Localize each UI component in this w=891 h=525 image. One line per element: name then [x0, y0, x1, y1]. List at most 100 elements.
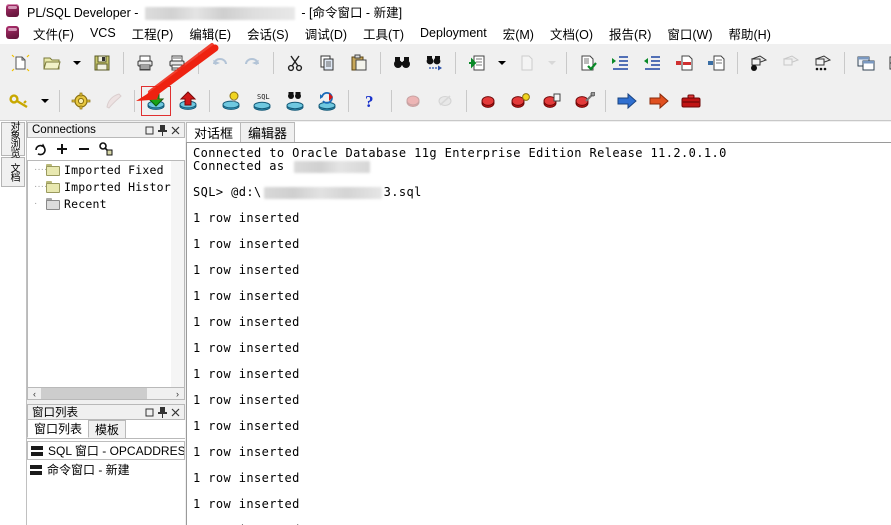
menu-document[interactable]: 文档(O): [542, 22, 601, 45]
console-connected-as-prefix: Connected as: [193, 159, 293, 173]
menu-file[interactable]: 文件(F): [25, 22, 82, 45]
sql-icon[interactable]: SQL: [248, 86, 278, 116]
indent-icon[interactable]: [605, 48, 635, 78]
menu-macro[interactable]: 宏(M): [495, 22, 542, 45]
menu-window[interactable]: 窗口(W): [659, 22, 720, 45]
tree-node-recent[interactable]: · Recent: [28, 195, 184, 212]
cut-icon[interactable]: [280, 48, 310, 78]
connections-tree[interactable]: ···· Imported Fixed Users ···· Imported …: [27, 160, 185, 388]
tree-expander[interactable]: ····: [34, 181, 47, 192]
menu-report[interactable]: 报告(R): [601, 22, 659, 45]
menu-project[interactable]: 工程(P): [124, 22, 182, 45]
object-tool-icon[interactable]: [569, 86, 599, 116]
refresh-session-icon[interactable]: [312, 86, 342, 116]
login-dropdown-arrow-icon[interactable]: [37, 86, 53, 116]
tab-templates[interactable]: 模板: [88, 420, 127, 438]
connections-panel: Connections ···· Imported Fixed ···· Imp…: [27, 122, 185, 400]
menu-debug[interactable]: 调试(D): [297, 22, 355, 45]
session-icon[interactable]: [66, 86, 96, 116]
console-result-line: 1 row inserted: [193, 341, 300, 355]
find-next-icon[interactable]: [419, 48, 449, 78]
menu-tools[interactable]: 工具(T): [355, 22, 412, 45]
tree-node-imported-history[interactable]: ···· Imported History: [28, 178, 184, 195]
vtab-documents[interactable]: 文档: [1, 157, 25, 187]
red-arrow-right-icon[interactable]: [644, 86, 674, 116]
console-result-lines: 1 row inserted 1 row inserted 1 row insert…: [193, 212, 891, 525]
rollback-icon[interactable]: [173, 86, 203, 116]
scroll-right-icon[interactable]: ›: [171, 388, 184, 399]
object-red-icon: [398, 86, 428, 116]
scroll-left-icon[interactable]: ‹: [28, 388, 41, 399]
tree-expander[interactable]: ····: [34, 164, 47, 175]
commit-icon[interactable]: [141, 86, 171, 116]
tab-editor[interactable]: 编辑器: [240, 122, 296, 142]
tree-node-imported-fixed-users[interactable]: ···· Imported Fixed Users: [28, 161, 184, 178]
window-list-item-label: 命令窗口 - 新建: [47, 463, 130, 477]
open-folder-icon[interactable]: [37, 48, 67, 78]
find-icon[interactable]: [387, 48, 417, 78]
toolbox-icon[interactable]: [676, 86, 706, 116]
window-list-panel: 窗口列表 窗口列表 模板 SQL 窗口 - OPCADDRES 命令窗口 - 新…: [27, 404, 185, 525]
menu-vcs[interactable]: VCS: [82, 24, 124, 42]
breakpoint-disabled-icon: [776, 48, 806, 78]
panel-close-icon[interactable]: [169, 124, 182, 137]
panel-maximize-icon[interactable]: [143, 406, 156, 419]
open-dropdown-arrow-icon[interactable]: [69, 48, 85, 78]
outdent-icon[interactable]: [637, 48, 667, 78]
console-result-line: 1 row inserted: [193, 445, 300, 459]
tab-window-list[interactable]: 窗口列表: [27, 419, 90, 438]
execute-icon[interactable]: [462, 48, 492, 78]
key-login-icon[interactable]: [5, 86, 35, 116]
remove-icon[interactable]: [77, 142, 91, 156]
tree-vertical-scrollbar[interactable]: [171, 161, 184, 387]
panel-pin-icon[interactable]: [156, 124, 169, 137]
uncomment-icon[interactable]: [701, 48, 731, 78]
refresh-icon[interactable]: [33, 142, 47, 156]
edit-connection-icon[interactable]: [99, 142, 113, 156]
folder-icon: [46, 163, 60, 176]
tree-expander[interactable]: ·: [34, 198, 46, 209]
scrollbar-thumb[interactable]: [41, 388, 147, 399]
object-copy-icon[interactable]: [537, 86, 567, 116]
console-sql-prompt-line: SQL> @d:\ 3.sql: [193, 186, 891, 199]
tile-windows-icon[interactable]: [883, 48, 891, 78]
command-window-console[interactable]: Connected to Oracle Database 11g Enterpr…: [186, 142, 891, 525]
blue-arrow-right-icon[interactable]: [612, 86, 642, 116]
vtab-object-browser[interactable]: 对象浏览: [1, 121, 25, 157]
explain-plan-icon[interactable]: [216, 86, 246, 116]
save-icon[interactable]: [87, 48, 117, 78]
window-title-suffix: - [命令窗口 - 新建]: [297, 5, 403, 20]
help-question-icon[interactable]: ?: [355, 86, 385, 116]
menu-session[interactable]: 会话(S): [239, 22, 297, 45]
tab-dialog[interactable]: 对话框: [186, 122, 242, 142]
copy-icon[interactable]: [312, 48, 342, 78]
connections-horizontal-scrollbar[interactable]: ‹ ›: [27, 387, 185, 400]
panel-maximize-icon[interactable]: [143, 124, 156, 137]
browse-icon[interactable]: [280, 86, 310, 116]
add-icon[interactable]: [55, 142, 69, 156]
window-list-item-command[interactable]: 命令窗口 - 新建: [27, 460, 185, 479]
vtab-object-browser-label: 对象浏览: [8, 121, 19, 157]
print-icon[interactable]: [130, 48, 160, 78]
panel-pin-icon[interactable]: [156, 406, 169, 419]
new-document-icon[interactable]: [5, 48, 35, 78]
vtab-documents-label: 文档: [8, 163, 19, 181]
paste-icon[interactable]: [344, 48, 374, 78]
console-sql-path-redacted: [263, 186, 382, 199]
breakpoint-icon[interactable]: [744, 48, 774, 78]
panel-close-icon[interactable]: [169, 406, 182, 419]
comment-icon[interactable]: [669, 48, 699, 78]
check-syntax-icon[interactable]: [573, 48, 603, 78]
menu-deployment[interactable]: Deployment: [412, 24, 495, 42]
menu-help[interactable]: 帮助(H): [721, 22, 779, 45]
menu-edit[interactable]: 编辑(E): [181, 22, 239, 45]
window-list-item-sql[interactable]: SQL 窗口 - OPCADDRESS. s: [27, 441, 185, 460]
feather-icon: [98, 86, 128, 116]
object-bulb-icon[interactable]: [505, 86, 535, 116]
breakpoints-list-icon[interactable]: [808, 48, 838, 78]
title-bar: PL/SQL Developer - - [命令窗口 - 新建]: [0, 0, 891, 23]
cascade-windows-icon[interactable]: [851, 48, 881, 78]
object-red2-icon[interactable]: [473, 86, 503, 116]
execute-dropdown-arrow-icon[interactable]: [494, 48, 510, 78]
print-preview-icon[interactable]: [162, 48, 192, 78]
